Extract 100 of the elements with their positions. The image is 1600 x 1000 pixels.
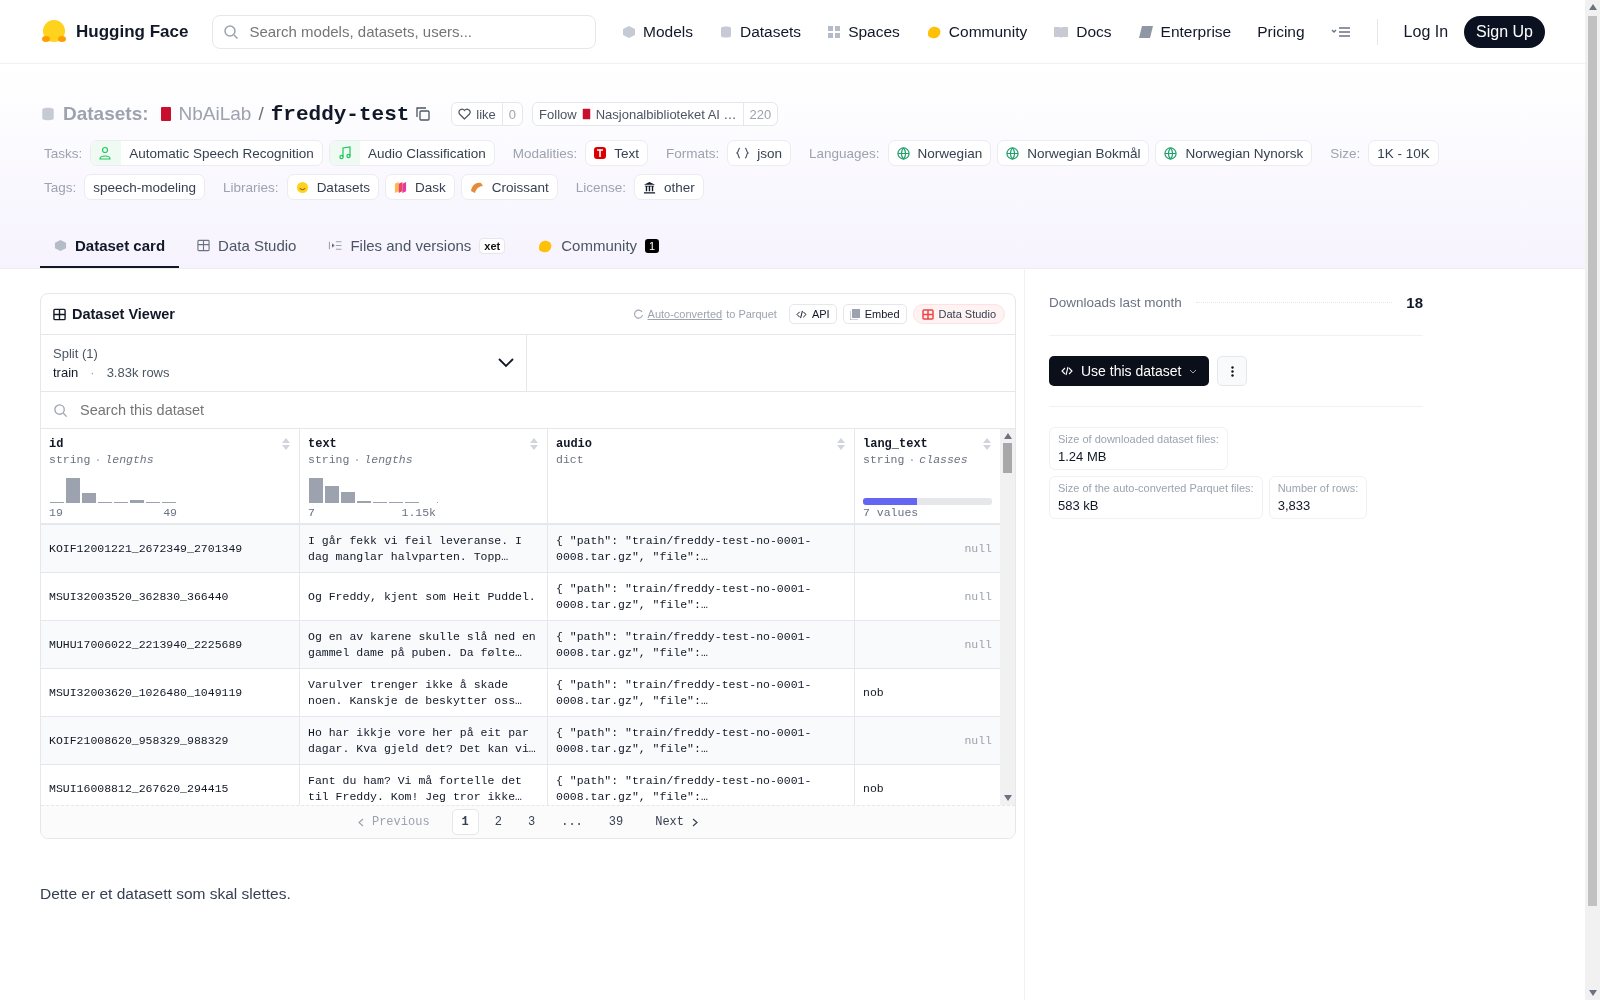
dot-separator: ·	[90, 365, 95, 380]
like-button[interactable]: like 0	[451, 102, 524, 126]
page-link[interactable]: 39	[598, 809, 634, 835]
nav-link[interactable]: Spaces	[827, 22, 900, 41]
table-cell: KOIF21008620_958329_988329	[41, 717, 300, 764]
dot-separator: ·	[908, 453, 916, 466]
tab[interactable]: Data Studio	[183, 228, 311, 268]
tag-chip[interactable]: json	[727, 140, 792, 166]
tab[interactable]: Community 1	[523, 228, 674, 268]
column-type: string	[49, 453, 91, 466]
tag-chip[interactable]: Norwegian	[887, 140, 992, 166]
meta-label: Formats:	[666, 145, 720, 161]
org-avatar-icon	[159, 106, 172, 122]
page-link[interactable]: ...	[551, 809, 593, 835]
scroll-down-icon[interactable]	[1003, 795, 1012, 801]
tag-chip[interactable]: Croissant	[460, 174, 558, 200]
scrollbar[interactable]	[1000, 429, 1015, 805]
tag-chip[interactable]: speech-modeling	[84, 174, 206, 200]
table-cell-text: null	[963, 588, 993, 605]
values-count: 7 values	[863, 506, 920, 519]
grid-icon	[827, 24, 842, 39]
brand-name[interactable]: Hugging Face	[76, 21, 189, 42]
meta-label: Modalities:	[512, 145, 578, 161]
code-icon	[1061, 366, 1073, 376]
follow-label: Follow	[539, 106, 577, 122]
more-button[interactable]	[1217, 356, 1248, 386]
tag-chip[interactable]: 1K - 10K	[1368, 140, 1439, 166]
signup-button[interactable]: Sign Up	[1464, 15, 1545, 48]
next-page-link[interactable]: Next	[645, 809, 708, 835]
page-link[interactable]: 1	[451, 809, 479, 835]
sort-icon[interactable]	[281, 437, 291, 451]
table-cell-text: nob	[862, 684, 885, 701]
scroll-up-icon[interactable]	[1003, 433, 1012, 439]
follow-button[interactable]: Follow Nasjonalbiblioteket AI … 220	[532, 102, 779, 126]
sort-icon[interactable]	[982, 437, 992, 451]
table-cell: MSUI32003620_1026480_1049119	[41, 669, 300, 716]
globe-icon	[1164, 146, 1178, 160]
viewer-button[interactable]: Embed	[842, 304, 907, 324]
dataset-search-field[interactable]: Search this dataset	[78, 401, 1003, 419]
tag-chip[interactable]: Automatic Speech Recognition	[90, 140, 323, 166]
stat-label: Number of rows:	[1277, 482, 1359, 494]
nav-link[interactable]: Docs	[1053, 22, 1112, 41]
table-cell: Ho har ikkje vore her på eit par dagar. Kva gjeld det? Det kan vi…	[300, 717, 548, 764]
column-name: text	[308, 437, 337, 451]
meta-label: Tags:	[44, 179, 77, 195]
tag-chip[interactable]: other	[634, 174, 704, 200]
org-avatar-icon	[581, 108, 591, 120]
viewer-button[interactable]: API	[788, 304, 837, 324]
nav-link[interactable]: Community	[925, 22, 1028, 41]
tag-chip[interactable]: Audio Classification	[328, 140, 495, 166]
tab[interactable]: Dataset card	[40, 228, 180, 268]
page-link[interactable]: 2	[484, 809, 512, 835]
table-row[interactable]: KOIF21008620_958329_988329 Ho har ikkje vore her på eit par dagar. Kva gjeld det? Det kan vi… { "path": "train/freddy-test-no-0001-0008.tar.gz", "file":… null	[41, 717, 1000, 765]
book-icon	[1053, 24, 1070, 39]
list-icon	[328, 239, 343, 252]
column-name: audio	[556, 437, 592, 451]
copy-icon[interactable]	[416, 107, 431, 121]
search-field[interactable]: Search models, datasets, users...	[212, 14, 597, 49]
stat-label: Size of downloaded dataset files:	[1058, 433, 1219, 445]
table-row[interactable]: KOIF12001221_2672349_2701349 I går fekk vi feil leveranse. I dag manglar halvparten. Topp… { "path": "train/freddy-test-no-0001-0008.tar.gz", "file":… null	[41, 525, 1000, 573]
page-scrollbar[interactable]	[1585, 0, 1600, 1000]
chevron-left-icon	[357, 817, 364, 827]
nav-link[interactable]: Models	[622, 22, 693, 41]
column-type: string	[308, 453, 350, 466]
chevron-right-icon	[692, 817, 698, 827]
table-cell: Varulver trenger ikke å skade noen. Kanskje de beskytter oss…	[300, 669, 548, 716]
split-name: train	[53, 365, 79, 380]
tag-chip[interactable]: Datasets	[286, 174, 379, 200]
column-name: id	[49, 437, 64, 451]
viewer-button[interactable]: Data Studio	[912, 304, 1005, 324]
scroll-thumb[interactable]	[1588, 16, 1597, 906]
table-row[interactable]: MUHU17006022_2213940_2225689 Og en av karene skulle slå ned en gammel dame på puben. Da følte… { "path": "train/freddy-test-no-0001-0008.tar.gz", "file":… null	[41, 621, 1000, 669]
tag-chip[interactable]: Norwegian Bokmål	[997, 140, 1150, 166]
smiley-icon	[295, 180, 309, 194]
scroll-up-icon[interactable]	[1588, 4, 1597, 10]
tag-chip[interactable]: Dask	[384, 174, 455, 200]
nav-link[interactable]: Pricing	[1257, 22, 1305, 41]
column-type: string	[863, 453, 905, 466]
column-stat: lengths	[364, 453, 413, 466]
tag-chip[interactable]: Norwegian Nynorsk	[1155, 140, 1313, 166]
globe-icon	[896, 146, 910, 160]
nav-link[interactable]: Enterprise	[1137, 22, 1232, 41]
table-cell: Og Freddy, kjent som Heit Puddel.	[300, 573, 548, 620]
tab[interactable]: Files and versions xet	[314, 228, 520, 268]
use-dataset-button[interactable]: Use this dataset	[1049, 356, 1210, 386]
scroll-down-icon[interactable]	[1588, 990, 1597, 996]
column-name: lang_text	[863, 437, 928, 451]
sort-icon[interactable]	[836, 437, 846, 451]
scroll-thumb[interactable]	[1003, 443, 1012, 473]
split-selector[interactable]: Split (1) train · 3.83k rows	[41, 335, 527, 391]
login-link[interactable]: Log In	[1403, 22, 1449, 41]
sort-icon[interactable]	[529, 437, 539, 451]
meta-label: Libraries:	[223, 179, 279, 195]
music-note-icon	[337, 146, 352, 160]
menu-icon[interactable]	[1330, 24, 1351, 39]
page-link[interactable]: 3	[518, 809, 546, 835]
search-input[interactable]: Search models, datasets, users...	[247, 22, 586, 41]
tag-chip[interactable]: Text	[585, 140, 648, 166]
repo-name[interactable]: freddy-test	[270, 102, 410, 126]
nav-link[interactable]: Datasets	[718, 22, 802, 41]
